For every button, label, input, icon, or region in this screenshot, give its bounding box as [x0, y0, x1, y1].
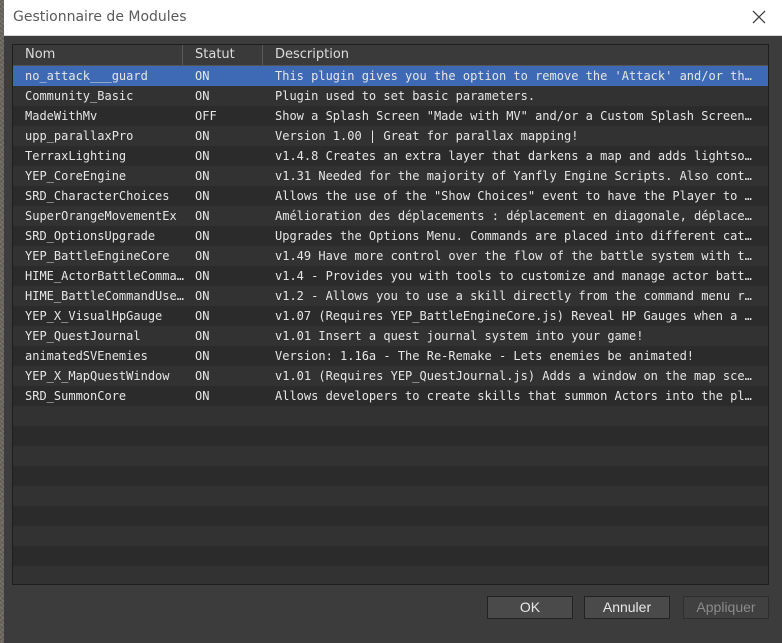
plugin-description: Show a Splash Screen "Made with MV" and/… [275, 109, 755, 123]
plugin-name: no_attack___guard [25, 69, 148, 83]
empty-row [13, 446, 768, 466]
plugin-description: Allows developers to create skills that … [275, 389, 755, 403]
plugin-name: YEP_QuestJournal [25, 329, 141, 343]
plugin-list[interactable]: Nom Statut Description no_attack___guard… [12, 44, 769, 585]
plugin-name: SRD_CharacterChoices [25, 189, 170, 203]
close-icon [752, 10, 766, 24]
plugin-status: ON [195, 289, 210, 303]
plugin-description: Allows the use of the "Show Choices" eve… [275, 189, 755, 203]
column-header-status[interactable]: Statut [183, 45, 263, 65]
plugin-row[interactable]: YEP_QuestJournal ON v1.01 Insert a quest j… [13, 326, 768, 346]
empty-row [13, 546, 768, 566]
plugin-description: v1.49 Have more control over the flow of… [275, 249, 755, 263]
plugin-description: v1.4.8 Creates an extra layer that darke… [275, 149, 755, 163]
plugin-status: ON [195, 189, 210, 203]
plugin-row[interactable]: SRD_SummonCore ON Allows developers to cre… [13, 386, 768, 406]
plugin-row[interactable]: YEP_X_VisualHpGauge ON v1.07 (Requires YEP… [13, 306, 768, 326]
plugin-status: ON [195, 349, 210, 363]
plugin-description: Version 1.00 | Great for parallax mappin… [275, 129, 579, 143]
plugin-description: Upgrades the Options Menu. Commands are … [275, 229, 755, 243]
plugin-name: YEP_CoreEngine [25, 169, 127, 183]
plugin-row[interactable]: upp_parallaxPro ON Version 1.00 | Great fo… [13, 126, 768, 146]
plugin-name: HIME_ActorBattleComma… [25, 269, 184, 283]
plugin-manager-dialog: Gestionnaire de Modules Nom Statut Descr… [4, 0, 782, 643]
plugin-description: Plugin used to set basic parameters. [275, 89, 536, 103]
plugin-status: ON [195, 269, 210, 283]
plugin-row[interactable]: SuperOrangeMovementEx ON Amélioration des … [13, 206, 768, 226]
title-bar: Gestionnaire de Modules [4, 0, 782, 36]
plugin-rows: no_attack___guard ON This plugin gives you… [13, 66, 768, 584]
plugin-name: SRD_SummonCore [25, 389, 127, 403]
list-header: Nom Statut Description [13, 45, 768, 66]
plugin-description: Amélioration des déplacements : déplacem… [275, 209, 755, 223]
plugin-description: v1.01 Insert a quest journal system into… [275, 329, 644, 343]
plugin-name: YEP_X_MapQuestWindow [25, 369, 170, 383]
empty-row [13, 466, 768, 486]
empty-row [13, 486, 768, 506]
plugin-row[interactable]: YEP_CoreEngine ON v1.31 Needed for the maj… [13, 166, 768, 186]
plugin-name: HIME_BattleCommandUse… [25, 289, 184, 303]
plugin-row[interactable]: SRD_OptionsUpgrade ON Upgrades the Options… [13, 226, 768, 246]
cancel-button[interactable]: Annuler [584, 596, 670, 619]
plugin-row[interactable]: YEP_X_MapQuestWindow ON v1.01 (Requires YE… [13, 366, 768, 386]
empty-row [13, 406, 768, 426]
empty-row [13, 526, 768, 546]
plugin-row[interactable]: YEP_BattleEngineCore ON v1.49 Have more co… [13, 246, 768, 266]
ok-button[interactable]: OK [487, 596, 573, 619]
plugin-row[interactable]: Community_Basic ON Plugin used to set basi… [13, 86, 768, 106]
plugin-status: ON [195, 209, 210, 223]
plugin-description: Version: 1.16a - The Re-Remake - Lets en… [275, 349, 695, 363]
plugin-status: ON [195, 389, 210, 403]
plugin-description: This plugin gives you the option to remo… [275, 69, 755, 83]
empty-row [13, 506, 768, 526]
plugin-name: YEP_X_VisualHpGauge [25, 309, 163, 323]
plugin-description: v1.01 (Requires YEP_QuestJournal.js) Add… [275, 369, 755, 383]
plugin-row[interactable]: TerraxLighting ON v1.4.8 Creates an extra … [13, 146, 768, 166]
plugin-status: ON [195, 129, 210, 143]
plugin-description: v1.07 (Requires YEP_BattleEngineCore.js)… [275, 309, 755, 323]
plugin-row[interactable]: HIME_ActorBattleComma… ON v1.4 - Provides … [13, 266, 768, 286]
column-header-description[interactable]: Description [263, 45, 768, 65]
plugin-status: ON [195, 69, 210, 83]
plugin-name: TerraxLighting [25, 149, 127, 163]
plugin-row[interactable]: SRD_CharacterChoices ON Allows the use of … [13, 186, 768, 206]
plugin-name: MadeWithMv [25, 109, 98, 123]
plugin-status: ON [195, 309, 210, 323]
plugin-name: YEP_BattleEngineCore [25, 249, 170, 263]
plugin-row[interactable]: HIME_BattleCommandUse… ON v1.2 - Allows yo… [13, 286, 768, 306]
plugin-status: ON [195, 249, 210, 263]
plugin-status: ON [195, 369, 210, 383]
plugin-status: ON [195, 149, 210, 163]
plugin-description: v1.31 Needed for the majority of Yanfly … [275, 169, 755, 183]
plugin-row[interactable]: animatedSVEnemies ON Version: 1.16a - The … [13, 346, 768, 366]
plugin-description: v1.4 - Provides you with tools to custom… [275, 269, 755, 283]
window-title: Gestionnaire de Modules [13, 9, 187, 25]
close-button[interactable] [750, 8, 768, 26]
plugin-name: SuperOrangeMovementEx [25, 209, 177, 223]
plugin-name: animatedSVEnemies [25, 349, 148, 363]
plugin-name: Community_Basic [25, 89, 134, 103]
plugin-row[interactable]: MadeWithMv OFF Show a Splash Screen "Made … [13, 106, 768, 126]
plugin-name: upp_parallaxPro [25, 129, 134, 143]
plugin-status: OFF [195, 109, 217, 123]
column-header-name[interactable]: Nom [13, 45, 183, 65]
plugin-description: v1.2 - Allows you to use a skill directl… [275, 289, 755, 303]
plugin-status: ON [195, 169, 210, 183]
plugin-row[interactable]: no_attack___guard ON This plugin gives you… [13, 66, 768, 86]
plugin-status: ON [195, 329, 210, 343]
empty-row [13, 566, 768, 584]
plugin-status: ON [195, 229, 210, 243]
empty-row [13, 426, 768, 446]
plugin-status: ON [195, 89, 210, 103]
plugin-name: SRD_OptionsUpgrade [25, 229, 156, 243]
apply-button[interactable]: Appliquer [683, 596, 769, 619]
